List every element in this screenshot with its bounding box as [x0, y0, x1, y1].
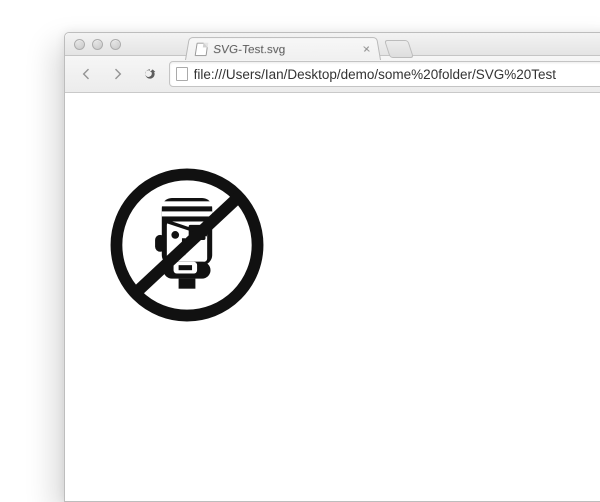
back-button[interactable]: [73, 62, 99, 86]
file-protocol-icon: [176, 67, 188, 81]
tab-active[interactable]: SVG-Test.svg ×: [185, 37, 381, 60]
window-titlebar[interactable]: SVG-Test.svg ×: [65, 33, 600, 56]
forward-button[interactable]: [105, 62, 131, 86]
traffic-light-zoom[interactable]: [110, 39, 121, 50]
arrow-right-icon: [110, 66, 126, 82]
url-input[interactable]: [194, 67, 600, 82]
traffic-light-minimize[interactable]: [92, 39, 103, 50]
no-piracy-icon: [103, 161, 271, 329]
address-bar[interactable]: [169, 61, 600, 87]
traffic-light-close[interactable]: [74, 39, 85, 50]
toolbar: [65, 56, 600, 93]
browser-window: SVG-Test.svg ×: [64, 32, 600, 502]
svg-image: [103, 161, 271, 334]
reload-button[interactable]: [137, 62, 163, 86]
arrow-left-icon: [78, 66, 94, 82]
page-content: [65, 93, 600, 501]
file-icon: [195, 42, 209, 55]
tab-title: SVG-Test.svg: [213, 42, 358, 55]
reload-icon: [142, 66, 158, 82]
new-tab-button[interactable]: [384, 40, 414, 58]
tab-close-icon[interactable]: ×: [362, 42, 372, 56]
tab-strip: SVG-Test.svg ×: [185, 35, 411, 60]
